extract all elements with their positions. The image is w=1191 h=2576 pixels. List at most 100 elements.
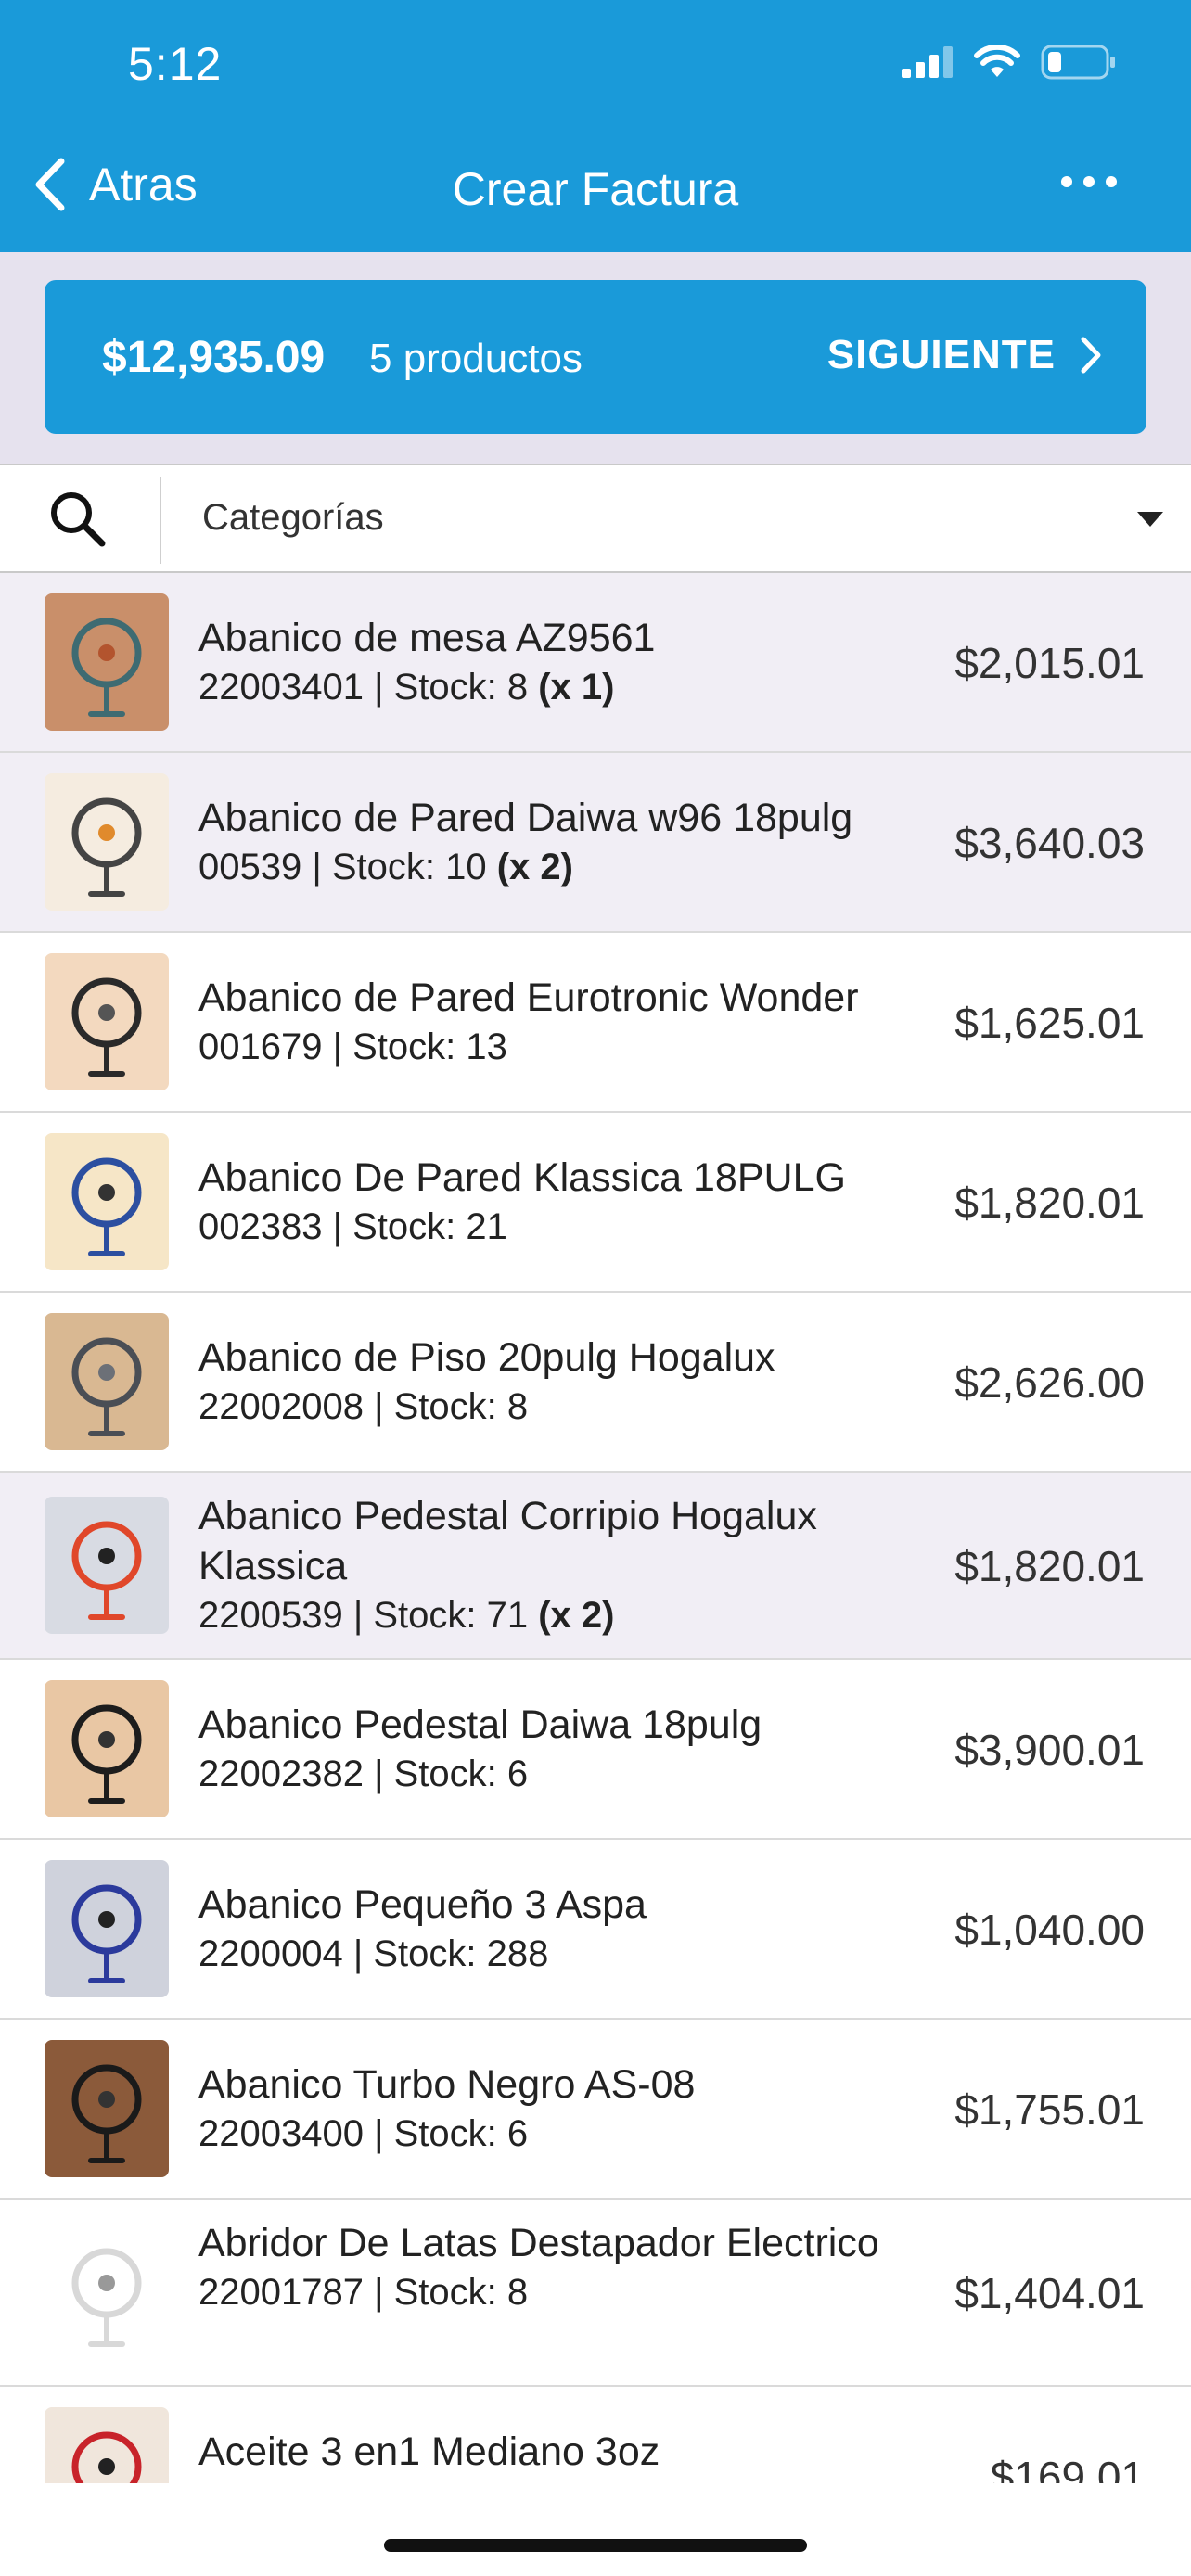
product-meta: 22001787 | Stock: 8 [198,2268,922,2316]
product-price: $1,404.01 [954,2269,1145,2317]
product-code-stock: 22002008 | Stock: 8 [198,1386,529,1427]
home-indicator[interactable] [384,2539,807,2552]
invoice-summary-bar[interactable]: $12,935.09 5 productos SIGUIENTE [45,280,1146,434]
product-meta: 22002382 | Stock: 6 [198,1750,922,1798]
product-thumbnail [45,1133,169,1270]
search-icon[interactable] [45,486,111,553]
product-thumbnail [45,2224,169,2361]
next-button[interactable]: SIGUIENTE [827,332,1102,378]
product-price: $1,820.01 [954,1542,1145,1590]
chevron-right-icon [1081,337,1101,374]
product-name: Abanico Pedestal Corripio Hogalux Klassi… [198,1494,817,1588]
wifi-icon [974,45,1020,77]
product-meta: 22003400 | Stock: 6 [198,2110,922,2158]
product-thumbnail [45,2040,169,2177]
product-name: Abridor De Latas Destapador Electrico [198,2221,879,2265]
divider [160,477,161,564]
product-meta: 2200004 | Stock: 288 [198,1930,922,1978]
product-info: Abanico Turbo Negro AS-08 22003400 | Stoc… [198,2060,922,2158]
product-thumbnail [45,1680,169,1817]
summary-section: $12,935.09 5 productos SIGUIENTE [0,252,1191,464]
product-meta: 22002008 | Stock: 8 [198,1383,922,1431]
product-info: Abanico Pequeño 3 Aspa 2200004 | Stock: 2… [198,1880,922,1978]
product-thumbnail [45,1313,169,1450]
product-thumbnail [45,773,169,911]
dropdown-arrow-icon [1137,512,1163,527]
invoice-total: $12,935.09 [102,333,326,382]
more-icon[interactable] [1061,176,1117,187]
category-select[interactable]: Categorías [186,465,1191,571]
product-price: $169.01 [990,2453,1145,2483]
product-info: Abanico de Piso 20pulg Hogalux 22002008 |… [198,1333,922,1431]
bottom-safe-area [0,2483,1191,2576]
product-name: Abanico Turbo Negro AS-08 [198,2062,696,2107]
product-code-stock: 22002382 | Stock: 6 [198,1753,529,1794]
product-row[interactable]: Abanico de mesa AZ9561 22003401 | Stock: … [0,573,1191,753]
product-info: Abanico Pedestal Corripio Hogalux Klassi… [198,1491,922,1639]
product-info: Abanico Pedestal Daiwa 18pulg 22002382 | … [198,1700,922,1798]
product-name: Abanico Pequeño 3 Aspa [198,1882,647,1927]
product-thumbnail [45,593,169,731]
search-filter-bar: Categorías [0,464,1191,573]
product-info: Abanico de mesa AZ9561 22003401 | Stock: … [198,613,922,711]
product-info: Abanico de Pared Daiwa w96 18pulg 00539 |… [198,793,922,891]
product-meta: 2200539 | Stock: 71 (x 2) [198,1591,922,1639]
product-meta: 22003401 | Stock: 8 (x 1) [198,663,922,711]
product-quantity: (x 2) [496,847,573,887]
page-title: Crear Factura [452,163,739,215]
product-row[interactable]: Abanico Pedestal Corripio Hogalux Klassi… [0,1473,1191,1660]
next-label: SIGUIENTE [826,332,1056,377]
product-price: $3,640.03 [954,819,1145,867]
product-code-stock: 22003400 | Stock: 6 [198,2113,529,2154]
product-name: Abanico de Piso 20pulg Hogalux [198,1335,775,1380]
product-count: 5 productos [369,336,583,381]
product-row[interactable]: Aceite 3 en1 Mediano 3oz $169.01 [0,2387,1191,2483]
product-row[interactable]: Abanico Turbo Negro AS-08 22003400 | Stoc… [0,2020,1191,2200]
status-time: 5:12 [128,38,223,90]
product-name: Abanico Pedestal Daiwa 18pulg [198,1702,762,1747]
product-price: $3,900.01 [954,1726,1145,1774]
product-info: Aceite 3 en1 Mediano 3oz [198,2427,922,2477]
product-row[interactable]: Abridor De Latas Destapador Electrico 220… [0,2200,1191,2387]
product-quantity: (x 2) [538,1595,615,1636]
product-price: $1,820.01 [954,1179,1145,1227]
product-name: Abanico de Pared Daiwa w96 18pulg [198,796,853,840]
product-list: Abanico de mesa AZ9561 22003401 | Stock: … [0,573,1191,2483]
app-header: 5:12 Atras Crear Factura [0,0,1191,252]
product-meta: 001679 | Stock: 13 [198,1023,922,1071]
product-price: $1,625.01 [954,999,1145,1047]
product-code-stock: 2200539 | Stock: 71 [198,1595,529,1636]
category-label: Categorías [202,497,384,538]
product-meta: 002383 | Stock: 21 [198,1203,922,1251]
product-info: Abridor De Latas Destapador Electrico 220… [198,2218,922,2316]
product-row[interactable]: Abanico de Pared Eurotronic Wonder 001679… [0,933,1191,1113]
product-row[interactable]: Abanico Pequeño 3 Aspa 2200004 | Stock: 2… [0,1840,1191,2020]
product-price: $1,040.00 [954,1906,1145,1954]
product-price: $2,626.00 [954,1358,1145,1407]
product-row[interactable]: Abanico de Pared Daiwa w96 18pulg 00539 |… [0,753,1191,933]
product-price: $2,015.01 [954,639,1145,687]
product-name: Aceite 3 en1 Mediano 3oz [198,2429,660,2474]
product-row[interactable]: Abanico de Piso 20pulg Hogalux 22002008 |… [0,1293,1191,1473]
product-thumbnail [45,1860,169,1997]
battery-icon [1041,45,1115,80]
product-code-stock: 001679 | Stock: 13 [198,1027,507,1067]
product-row[interactable]: Abanico Pedestal Daiwa 18pulg 22002382 | … [0,1660,1191,1840]
product-code-stock: 002383 | Stock: 21 [198,1206,507,1247]
product-price: $1,755.01 [954,2085,1145,2134]
product-thumbnail [45,2407,169,2483]
product-row[interactable]: Abanico De Pared Klassica 18PULG 002383 |… [0,1113,1191,1293]
product-name: Abanico de Pared Eurotronic Wonder [198,976,859,1020]
signal-icon [902,46,953,78]
product-name: Abanico De Pared Klassica 18PULG [198,1155,846,1200]
product-code-stock: 22001787 | Stock: 8 [198,2272,529,2313]
product-thumbnail [45,1497,169,1634]
product-info: Abanico de Pared Eurotronic Wonder 001679… [198,973,922,1071]
product-code-stock: 22003401 | Stock: 8 [198,667,529,708]
status-icons [902,45,1117,80]
product-code-stock: 00539 | Stock: 10 [198,847,487,887]
product-code-stock: 2200004 | Stock: 288 [198,1933,549,1974]
product-thumbnail [45,953,169,1090]
product-quantity: (x 1) [538,667,615,708]
product-name: Abanico de mesa AZ9561 [198,616,656,660]
